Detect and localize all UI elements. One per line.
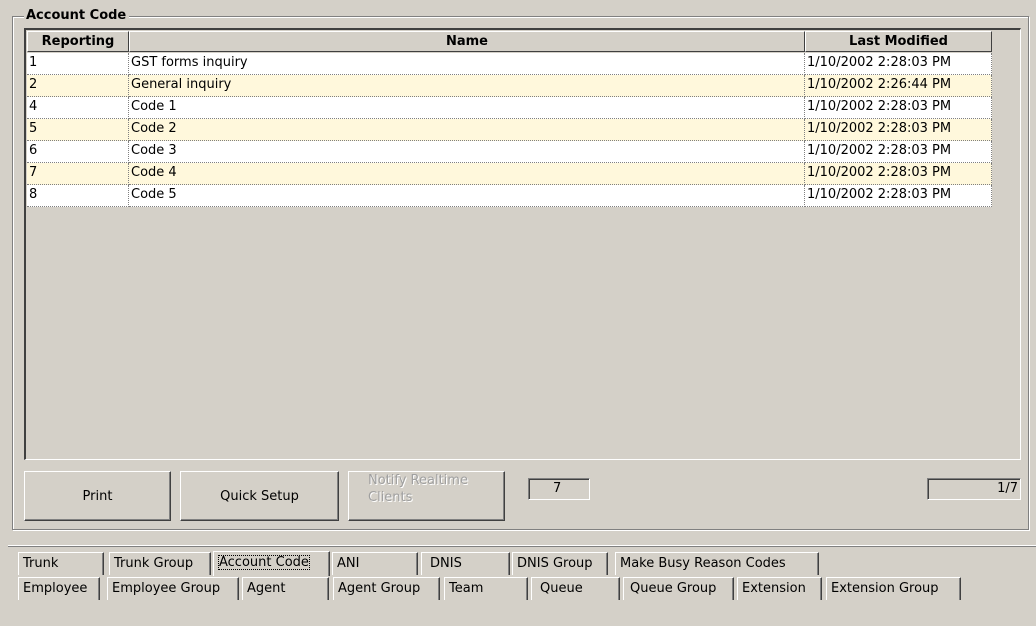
tab-trunk-group[interactable]: Trunk Group: [109, 552, 211, 575]
cell-last-modified: 1/10/2002 2:28:03 PM: [805, 53, 992, 75]
grid-header: Reporting Name Last Modified: [27, 31, 992, 52]
column-header-last-modified[interactable]: Last Modified: [805, 31, 992, 52]
table-row[interactable]: 4 Code 1 1/10/2002 2:28:03 PM: [27, 97, 992, 119]
tab-extension-group[interactable]: Extension Group: [826, 577, 961, 600]
tab-ani[interactable]: ANI: [332, 552, 418, 575]
cell-name: Code 5: [129, 185, 805, 207]
cell-last-modified: 1/10/2002 2:28:03 PM: [805, 141, 992, 163]
notify-realtime-clients-button: Notify Realtime Clients: [348, 471, 505, 521]
tab-queue[interactable]: Queue: [531, 577, 620, 600]
table-row[interactable]: 8 Code 5 1/10/2002 2:28:03 PM: [27, 185, 992, 207]
tab-trunk[interactable]: Trunk: [18, 552, 104, 575]
cell-last-modified: 1/10/2002 2:28:03 PM: [805, 97, 992, 119]
record-count: 7: [528, 478, 590, 500]
print-button[interactable]: Print: [24, 471, 171, 521]
cell-reporting: 8: [27, 185, 129, 207]
cell-name: Code 2: [129, 119, 805, 141]
cell-last-modified: 1/10/2002 2:26:44 PM: [805, 75, 992, 97]
cell-reporting: 2: [27, 75, 129, 97]
column-header-reporting[interactable]: Reporting: [27, 31, 129, 52]
tab-agent[interactable]: Agent: [242, 577, 329, 600]
cell-reporting: 5: [27, 119, 129, 141]
quick-setup-button[interactable]: Quick Setup: [180, 471, 339, 521]
cell-name: Code 4: [129, 163, 805, 185]
table-row[interactable]: 1 GST forms inquiry 1/10/2002 2:28:03 PM: [27, 53, 992, 75]
table-row[interactable]: 2 General inquiry 1/10/2002 2:26:44 PM: [27, 75, 992, 97]
groupbox-title: Account Code: [24, 7, 130, 25]
table-row[interactable]: 7 Code 4 1/10/2002 2:28:03 PM: [27, 163, 992, 185]
page-indicator: 1/7: [927, 478, 1021, 500]
account-code-grid[interactable]: Reporting Name Last Modified 1 GST forms…: [24, 28, 1021, 460]
cell-reporting: 4: [27, 97, 129, 119]
notify-button-line2: Clients: [368, 490, 413, 505]
tab-dnis-group[interactable]: DNIS Group: [512, 552, 608, 575]
tab-agent-group[interactable]: Agent Group: [333, 577, 440, 600]
tab-strip-line: [8, 545, 1036, 547]
cell-last-modified: 1/10/2002 2:28:03 PM: [805, 185, 992, 207]
tab-employee[interactable]: Employee: [18, 577, 100, 600]
tab-team[interactable]: Team: [444, 577, 528, 600]
tab-dnis[interactable]: DNIS: [421, 552, 510, 575]
notify-button-line1: Notify Realtime: [368, 473, 468, 488]
cell-reporting: 7: [27, 163, 129, 185]
table-row[interactable]: 5 Code 2 1/10/2002 2:28:03 PM: [27, 119, 992, 141]
cell-reporting: 1: [27, 53, 129, 75]
tab-employee-group[interactable]: Employee Group: [107, 577, 239, 600]
cell-last-modified: 1/10/2002 2:28:03 PM: [805, 163, 992, 185]
table-row[interactable]: 6 Code 3 1/10/2002 2:28:03 PM: [27, 141, 992, 163]
tab-account-code[interactable]: Account Code: [213, 551, 330, 576]
tab-make-busy-reason-codes[interactable]: Make Busy Reason Codes: [615, 552, 819, 575]
column-header-name[interactable]: Name: [129, 31, 805, 52]
tab-queue-group[interactable]: Queue Group: [623, 577, 734, 600]
tab-account-code-label: Account Code: [218, 555, 310, 570]
cell-reporting: 6: [27, 141, 129, 163]
cell-name: Code 3: [129, 141, 805, 163]
grid-body: 1 GST forms inquiry 1/10/2002 2:28:03 PM…: [27, 53, 992, 207]
cell-last-modified: 1/10/2002 2:28:03 PM: [805, 119, 992, 141]
cell-name: General inquiry: [129, 75, 805, 97]
cell-name: GST forms inquiry: [129, 53, 805, 75]
tab-extension[interactable]: Extension: [737, 577, 822, 600]
cell-name: Code 1: [129, 97, 805, 119]
